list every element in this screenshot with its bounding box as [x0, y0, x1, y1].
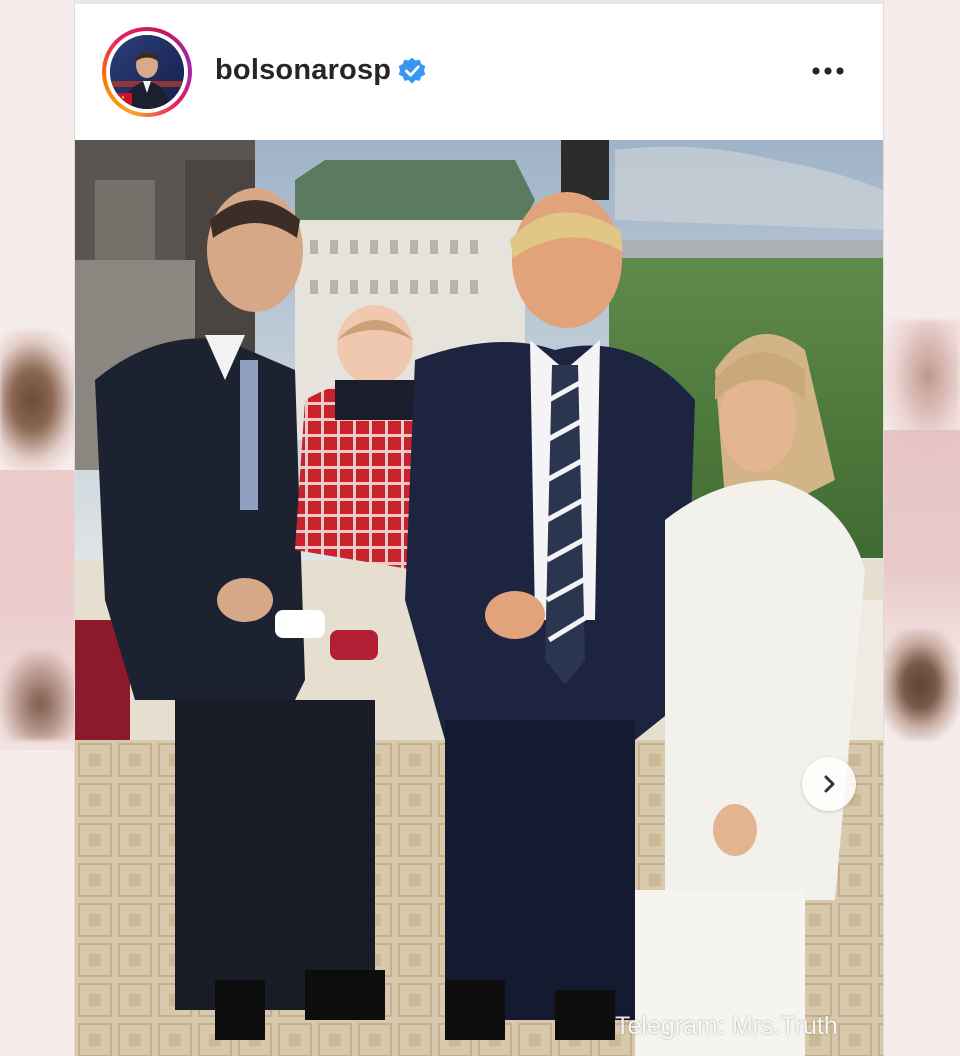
- instagram-post: bolsonarosp Telegram: Mrs.Truth: [75, 0, 883, 1056]
- username[interactable]: bolsonarosp: [215, 54, 391, 87]
- verified-badge-icon: [398, 57, 426, 84]
- background-paint-smudge: [0, 650, 80, 740]
- post-photo[interactable]: [75, 140, 883, 1056]
- post-header: bolsonarosp: [75, 4, 883, 140]
- more-options-icon[interactable]: [811, 64, 845, 78]
- photo-image: [75, 140, 883, 1056]
- next-photo-button[interactable]: [802, 757, 856, 811]
- background-paint-smudge: [880, 630, 960, 740]
- background-paint-smudge: [880, 430, 960, 660]
- avatar-image: [110, 35, 184, 109]
- story-ring[interactable]: [102, 27, 192, 117]
- background-paint-smudge: [0, 330, 80, 470]
- profile-avatar[interactable]: [110, 35, 184, 109]
- watermark-text: Telegram: Mrs.Truth: [615, 1012, 838, 1040]
- chevron-right-icon: [824, 775, 835, 793]
